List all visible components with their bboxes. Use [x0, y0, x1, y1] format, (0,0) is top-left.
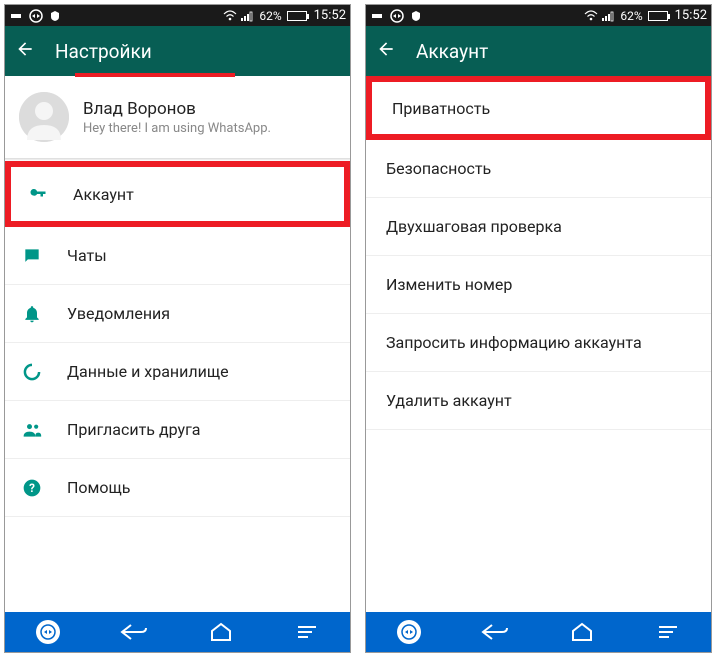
asus-icon: [370, 9, 384, 23]
back-icon[interactable]: [376, 39, 396, 63]
menu-two-step[interactable]: Двухшаговая проверка: [366, 198, 711, 256]
key-icon: [27, 184, 49, 204]
content-area: Приватность Безопасность Двухшаговая про…: [366, 76, 711, 612]
menu-label: Двухшаговая проверка: [386, 217, 562, 236]
chat-icon: [21, 246, 43, 266]
menu-label: Пригласить друга: [67, 420, 201, 439]
nav-teamviewer[interactable]: [366, 620, 452, 644]
help-icon: ?: [21, 478, 43, 498]
menu-data[interactable]: Данные и хранилище: [5, 343, 350, 401]
avatar: [19, 92, 69, 142]
svg-text:?: ?: [29, 481, 35, 495]
app-bar: Аккаунт: [366, 26, 711, 76]
profile-status: Hey there! I am using WhatsApp.: [83, 121, 271, 136]
nav-back[interactable]: [452, 622, 538, 642]
menu-change-number[interactable]: Изменить номер: [366, 256, 711, 314]
back-icon[interactable]: [15, 39, 35, 63]
nav-home[interactable]: [539, 622, 625, 642]
wifi-icon: [584, 10, 598, 22]
menu-label: Запросить информацию аккаунта: [386, 333, 642, 352]
phone-right: 62% 15:52 Аккаунт Приватность Безопаснос…: [365, 4, 712, 653]
clock: 15:52: [314, 8, 346, 23]
nav-recent[interactable]: [264, 622, 350, 642]
menu-label: Данные и хранилище: [67, 362, 229, 381]
menu-label: Изменить номер: [386, 275, 512, 294]
menu-delete[interactable]: Удалить аккаунт: [366, 372, 711, 430]
battery-icon: [287, 11, 307, 21]
menu-account[interactable]: Аккаунт: [5, 161, 350, 227]
status-bar: 62% 15:52: [5, 5, 350, 26]
status-bar: 62% 15:52: [366, 5, 711, 26]
page-title: Настройки: [55, 40, 152, 63]
menu-invite[interactable]: Пригласить друга: [5, 401, 350, 459]
profile-name: Влад Воронов: [83, 99, 271, 119]
menu-security[interactable]: Безопасность: [366, 140, 711, 198]
clock: 15:52: [675, 8, 707, 23]
menu-label: Помощь: [67, 478, 130, 497]
content-area: Влад Воронов Hey there! I am using Whats…: [5, 76, 350, 612]
nav-home[interactable]: [178, 622, 264, 642]
menu-privacy[interactable]: Приватность: [366, 76, 711, 140]
teamviewer-icon: [29, 9, 43, 23]
title-underline: [75, 73, 235, 77]
bell-icon: [21, 304, 43, 324]
nav-back[interactable]: [91, 622, 177, 642]
menu-help[interactable]: ? Помощь: [5, 459, 350, 517]
menu-label: Чаты: [67, 246, 107, 265]
menu-notifications[interactable]: Уведомления: [5, 285, 350, 343]
app-bar: Настройки: [5, 26, 350, 76]
nav-recent[interactable]: [625, 622, 711, 642]
menu-chats[interactable]: Чаты: [5, 227, 350, 285]
profile-text: Влад Воронов Hey there! I am using Whats…: [83, 99, 271, 136]
menu-label: Удалить аккаунт: [386, 391, 512, 410]
battery-icon: [648, 11, 668, 21]
battery-pct: 62%: [620, 9, 642, 23]
profile-row[interactable]: Влад Воронов Hey there! I am using Whats…: [5, 76, 350, 158]
people-icon: [21, 420, 43, 440]
asus-icon: [9, 9, 23, 23]
menu-label: Безопасность: [386, 159, 491, 178]
menu-label: Приватность: [392, 99, 490, 118]
page-title: Аккаунт: [416, 40, 488, 63]
phone-left: 62% 15:52 Настройки Влад Воронов Hey the…: [4, 4, 351, 653]
shield-icon: [49, 10, 61, 22]
battery-pct: 62%: [259, 9, 281, 23]
wifi-icon: [223, 10, 237, 22]
signal-icon: [240, 10, 254, 22]
data-icon: [21, 362, 43, 382]
menu-request-info[interactable]: Запросить информацию аккаунта: [366, 314, 711, 372]
nav-bar: [366, 612, 711, 652]
nav-bar: [5, 612, 350, 652]
teamviewer-icon: [390, 9, 404, 23]
nav-teamviewer[interactable]: [5, 620, 91, 644]
signal-icon: [601, 10, 615, 22]
menu-label: Уведомления: [67, 304, 170, 323]
menu-label: Аккаунт: [73, 185, 134, 204]
shield-icon: [410, 10, 422, 22]
